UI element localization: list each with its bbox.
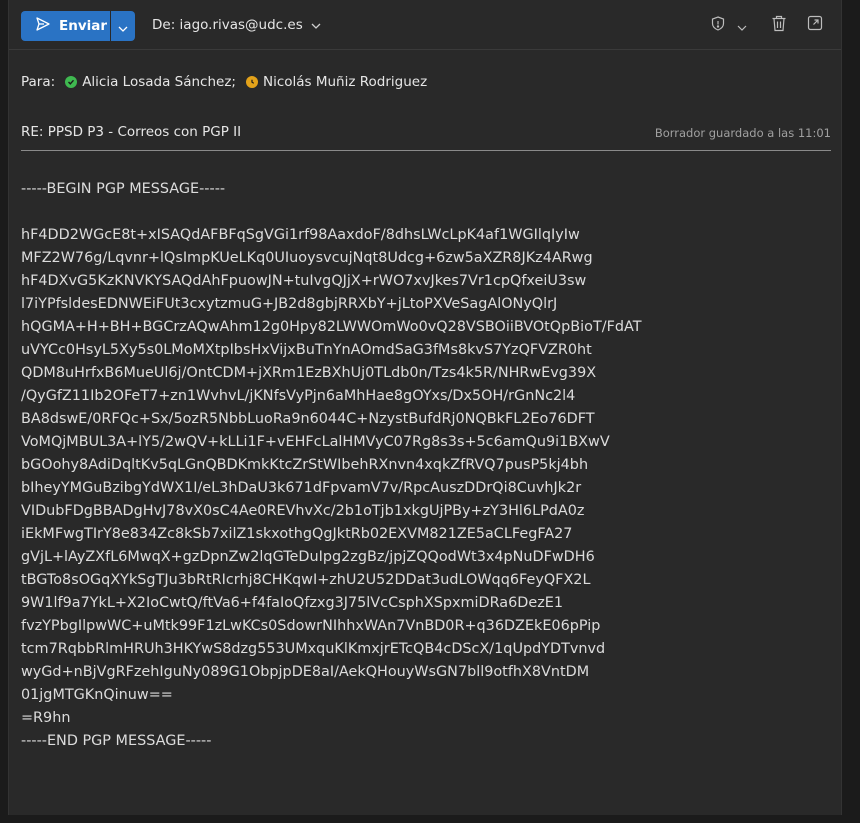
recipient-chip[interactable]: Alicia Losada Sánchez; [65,74,236,90]
trash-icon [771,15,787,36]
recipient-name: Nicolás Muñiz Rodriguez [262,74,428,90]
body-line: -----END PGP MESSAGE----- [21,733,212,749]
to-field[interactable]: Para: Alicia Losada Sánchez; Nicolás Muñ… [21,74,437,90]
chevron-down-icon [118,17,128,36]
body-line: /QyGfZ11Ib2OFeT7+zn1WvhvL/jKNfsVyPjn6aMh… [21,388,576,404]
recipient-chip[interactable]: Nicolás Muñiz Rodriguez [245,74,428,90]
body-line: QDM8uHrfxB6MueUl6j/OntCDM+jXRm1EzBXhUj0T… [21,365,597,381]
sensitivity-button[interactable] [706,13,730,37]
chevron-down-icon [737,16,747,35]
body-line: bIheyYMGuBzibgYdWX1I/eL3hDaU3k671dFpvamV… [21,480,582,496]
body-line: 9W1lf9a7YkL+X2IoCwtQ/ftVa6+f4faIoQfzxg3J… [21,595,564,611]
body-line: gVjL+lAyZXfL6MwqX+gzDpnZw2lqGTeDuIpg2zgB… [21,549,595,565]
body-line: =R9hn [21,710,71,726]
send-button-group: Enviar [21,11,135,41]
body-line: wyGd+nBjVgRFzehIguNy089G1ObpjpDE8aI/AekQ… [21,664,590,680]
send-button-label: Enviar [59,18,108,34]
subject-field: RE: PPSD P3 - Correos con PGP II Borrado… [21,124,831,151]
popout-button[interactable] [803,13,827,37]
from-selector[interactable]: De: iago.rivas@udc.es [152,17,321,33]
body-line: hQGMA+H+BH+BGCrzAQwAhm12g0Hpy82LWWOmWo0v… [21,319,642,335]
body-line: iEkMFwgTIrY8e834Zc8kSb7xilZ1skxothgQgJkt… [21,526,573,542]
available-status-icon [65,76,78,88]
body-line: fvzYPbgIlpwWC+uMtk99F1zLwKCs0SdowrNIhhxW… [21,618,601,634]
body-line: BA8dswE/0RFQc+Sx/5ozR5NbbLuoRa9n6044C+Nz… [21,411,595,427]
body-line: VoMQjMBUL3A+lY5/2wQV+kLLi1F+vEHFcLalHMVy… [21,434,610,450]
body-line: hF4DXvG5KzKNVKYSAQdAhFpuowJN+tuIvgQJjX+r… [21,273,587,289]
to-label: Para: [21,74,56,90]
body-line: tcm7RqbbRlmHRUh3HKYwS8dzg553UMxquKlKmxjr… [21,641,606,657]
popout-icon [807,15,823,35]
body-line: bGOohy8AdiDqltKv5qLGnQBDKmkKtcZrStWIbehR… [21,457,589,473]
body-line: tBGTo8sOGqXYkSgTJu3bRtRIcrhj8CHKqwI+zhU2… [21,572,591,588]
compose-toolbar: Enviar De: iago.rivas@udc.es [9,0,841,50]
body-line: MFZ2W76g/Lqvnr+lQsImpKUeLKq0UIuoysvcujNq… [21,250,593,266]
body-line: -----BEGIN PGP MESSAGE----- [21,181,226,197]
discard-button[interactable] [767,13,791,37]
message-body[interactable]: -----BEGIN PGP MESSAGE----- hF4DD2WGcE8t… [21,178,831,753]
body-line: uVYCc0HsyL5Xy5s0LMoMXtpIbsHxVijxBuTnYnAO… [21,342,592,358]
body-line: VIDubFDgBBADgHvJ78vX0sC4Ae0REVhvXc/2b1oT… [21,503,585,519]
away-status-icon [245,76,258,88]
recipient-name: Alicia Losada Sánchez; [82,74,236,90]
subject-input[interactable]: RE: PPSD P3 - Correos con PGP II [21,124,241,150]
body-line: hF4DD2WGcE8t+xISAQdAFBFqSgVGi1rf98AaxdoF… [21,227,580,243]
body-line: 01jgMTGKnQinuw== [21,687,173,703]
from-label: De: iago.rivas@udc.es [152,17,303,33]
chevron-down-icon [311,17,321,33]
body-line [21,201,831,224]
send-options-button[interactable] [111,11,135,41]
sensitivity-dropdown[interactable] [730,13,754,37]
draft-saved-status: Borrador guardado a las 11:01 [654,126,831,140]
send-icon [35,16,51,36]
send-button[interactable]: Enviar [21,11,110,41]
body-line: l7iYPfsldesEDNWEiFUt3cxytzmuG+JB2d8gbjRR… [21,296,558,312]
shield-icon [711,15,725,35]
compose-pane: Enviar De: iago.rivas@udc.es Para: Alici… [8,0,842,815]
